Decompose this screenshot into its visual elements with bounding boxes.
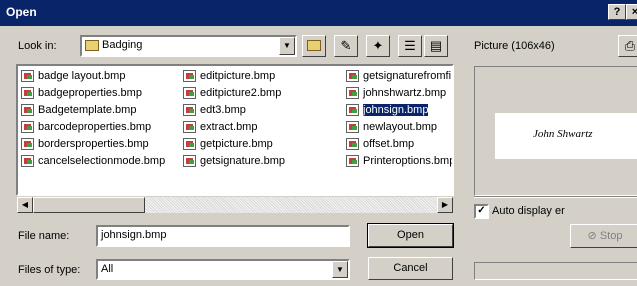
favorites-icon: ✎ <box>340 38 352 53</box>
file-column-3: getsignaturefromfi johnshwartz.bmp johns… <box>345 68 452 170</box>
bitmap-file-icon <box>346 70 359 82</box>
scroll-track[interactable] <box>145 197 437 213</box>
look-in-combo[interactable]: Badging ▼ <box>80 35 297 57</box>
bitmap-file-icon <box>21 155 34 167</box>
bitmap-file-icon <box>346 155 359 167</box>
details-view-icon: ▤ <box>429 38 443 53</box>
list-item[interactable]: Badgetemplate.bmp <box>20 102 165 119</box>
file-column-1: badge layout.bmp badgeproperties.bmp Bad… <box>20 68 165 170</box>
cancel-button[interactable]: Cancel <box>368 257 453 280</box>
bitmap-file-icon <box>21 121 34 133</box>
scroll-left-arrow-icon[interactable]: ◀ <box>17 197 33 213</box>
up-folder-icon <box>307 40 321 51</box>
new-folder-button[interactable]: ✦ <box>366 35 390 57</box>
bitmap-file-icon <box>346 104 359 116</box>
list-item[interactable]: offset.bmp <box>345 136 452 153</box>
bitmap-file-icon <box>21 104 34 116</box>
preview-label: Picture (106x46) <box>474 40 555 52</box>
list-item[interactable]: badgeproperties.bmp <box>20 85 165 102</box>
preview-pane: John Shwartz <box>474 66 637 196</box>
preview-separator <box>474 196 637 198</box>
bitmap-file-icon <box>183 104 196 116</box>
checkmark-icon: ✓ <box>477 205 486 216</box>
horizontal-scrollbar[interactable]: ◀ ▶ <box>16 196 454 213</box>
scroll-thumb[interactable] <box>33 197 145 213</box>
list-item[interactable]: edt3.bmp <box>182 102 285 119</box>
signature-text: John Shwartz <box>533 128 593 140</box>
list-item[interactable]: johnshwartz.bmp <box>345 85 452 102</box>
list-item[interactable]: editpicture2.bmp <box>182 85 285 102</box>
help-button[interactable]: ? <box>608 4 626 20</box>
up-folder-button[interactable] <box>302 35 326 57</box>
bitmap-file-icon <box>183 70 196 82</box>
list-item[interactable]: extract.bmp <box>182 119 285 136</box>
preview-image: John Shwartz <box>495 113 637 159</box>
list-item[interactable]: getsignaturefromfi <box>345 68 452 85</box>
file-type-value: All <box>101 263 114 275</box>
favorites-button[interactable]: ✎ <box>334 35 358 57</box>
scroll-right-arrow-icon[interactable]: ▶ <box>437 197 453 213</box>
progress-bar <box>474 262 637 280</box>
bitmap-file-icon <box>346 138 359 150</box>
auto-display-label: Auto display er <box>492 205 565 217</box>
stop-button[interactable]: ⊘ Stop <box>570 224 637 248</box>
details-view-button[interactable]: ▤ <box>424 35 448 57</box>
new-folder-icon: ✦ <box>372 38 384 53</box>
list-item[interactable]: Printeroptions.bmp <box>345 153 452 170</box>
look-in-value: Badging <box>102 39 143 51</box>
bitmap-file-icon <box>183 121 196 133</box>
bitmap-file-icon <box>183 87 196 99</box>
list-item[interactable]: barcodeproperties.bmp <box>20 119 165 136</box>
file-type-dropdown-arrow[interactable]: ▼ <box>332 261 348 278</box>
open-button[interactable]: Open <box>367 223 454 248</box>
file-type-label: Files of type: <box>18 264 81 276</box>
list-item[interactable]: cancelselectionmode.bmp <box>20 153 165 170</box>
preview-icon: ⎙ <box>624 38 636 53</box>
stop-icon: ⊘ <box>587 230 597 242</box>
bitmap-file-icon <box>21 70 34 82</box>
look-in-dropdown-arrow[interactable]: ▼ <box>279 37 295 55</box>
bitmap-file-icon <box>346 87 359 99</box>
list-item-selected[interactable]: johnsign.bmp <box>345 102 452 119</box>
window-title: Open <box>6 5 37 19</box>
file-list[interactable]: badge layout.bmp badgeproperties.bmp Bad… <box>16 64 454 196</box>
file-name-value: johnsign.bmp <box>101 229 167 241</box>
list-item[interactable]: bordersproperties.bmp <box>20 136 165 153</box>
file-column-2: editpicture.bmp editpicture2.bmp edt3.bm… <box>182 68 285 170</box>
bitmap-file-icon <box>183 155 196 167</box>
list-view-icon: ☰ <box>404 38 416 53</box>
look-in-label: Look in: <box>18 40 57 52</box>
stop-label: Stop <box>599 230 623 242</box>
file-name-label: File name: <box>18 230 70 242</box>
list-item[interactable]: getpicture.bmp <box>182 136 285 153</box>
bitmap-file-icon <box>21 87 34 99</box>
list-item[interactable]: getsignature.bmp <box>182 153 285 170</box>
preview-view-button[interactable]: ⎙ <box>618 35 637 57</box>
close-button[interactable]: × <box>626 4 637 20</box>
title-bar: Open ? × <box>0 0 637 26</box>
auto-display-checkbox[interactable]: ✓ <box>474 204 489 219</box>
folder-icon <box>85 40 99 51</box>
file-name-input[interactable]: johnsign.bmp <box>96 225 350 247</box>
list-item[interactable]: newlayout.bmp <box>345 119 452 136</box>
bitmap-file-icon <box>21 138 34 150</box>
bitmap-file-icon <box>183 138 196 150</box>
list-view-button[interactable]: ☰ <box>398 35 422 57</box>
list-item[interactable]: editpicture.bmp <box>182 68 285 85</box>
bitmap-file-icon <box>346 121 359 133</box>
list-item[interactable]: badge layout.bmp <box>20 68 165 85</box>
file-type-combo[interactable]: All ▼ <box>96 259 350 280</box>
